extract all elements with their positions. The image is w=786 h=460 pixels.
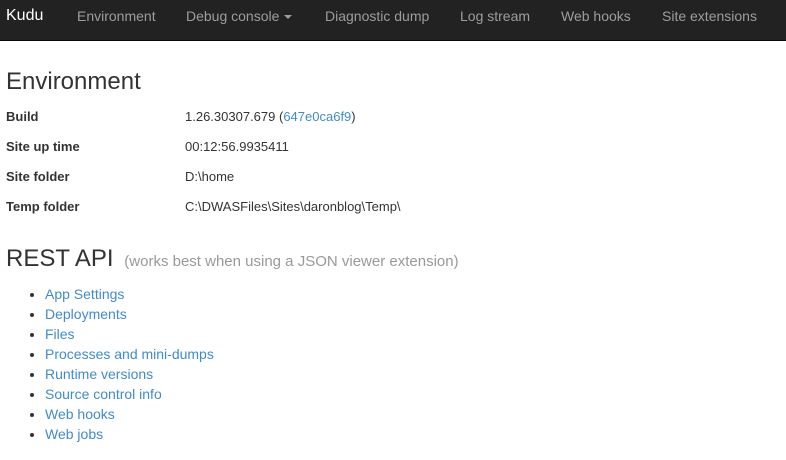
list-item: App Settings: [45, 284, 214, 304]
link-app-settings[interactable]: App Settings: [45, 286, 124, 302]
link-files[interactable]: Files: [45, 326, 75, 342]
list-item: Web jobs: [45, 424, 214, 444]
brand-link[interactable]: Kudu: [6, 6, 43, 26]
link-web-hooks[interactable]: Web hooks: [45, 406, 115, 422]
nav-debug-console[interactable]: Debug console: [186, 6, 293, 26]
nav-site-extensions[interactable]: Site extensions: [662, 6, 757, 26]
site-folder-label: Site folder: [6, 169, 70, 184]
caret-down-icon: [284, 15, 293, 20]
link-deployments[interactable]: Deployments: [45, 306, 127, 322]
nav-diagnostic-dump[interactable]: Diagnostic dump: [325, 6, 429, 26]
nav-environment[interactable]: Environment: [77, 6, 156, 26]
rest-api-subtitle: (works best when using a JSON viewer ext…: [124, 253, 459, 270]
temp-folder-value: C:\DWASFiles\Sites\daronblog\Temp\: [185, 199, 401, 214]
build-version: 1.26.30307.679: [185, 109, 276, 124]
nav-web-hooks[interactable]: Web hooks: [561, 6, 631, 26]
link-source-control-info[interactable]: Source control info: [45, 386, 162, 402]
nav-debug-console-label: Debug console: [186, 8, 280, 24]
nav-log-stream[interactable]: Log stream: [460, 6, 530, 26]
environment-heading: Environment: [6, 68, 141, 95]
build-value: 1.26.30307.679 (647e0ca6f9): [185, 109, 356, 124]
build-commit-link[interactable]: 647e0ca6f9: [283, 109, 351, 124]
link-runtime-versions[interactable]: Runtime versions: [45, 366, 153, 382]
list-item: Deployments: [45, 304, 214, 324]
top-navbar: Kudu Environment Debug console Diagnosti…: [0, 0, 786, 41]
list-item: Runtime versions: [45, 364, 214, 384]
list-item: Web hooks: [45, 404, 214, 424]
api-link-list: App Settings Deployments Files Processes…: [26, 284, 214, 444]
rest-api-title: REST API: [6, 245, 114, 272]
site-folder-value: D:\home: [185, 169, 235, 184]
link-web-jobs[interactable]: Web jobs: [45, 426, 103, 442]
list-item: Processes and mini-dumps: [45, 344, 214, 364]
build-label: Build: [6, 109, 39, 124]
uptime-label: Site up time: [6, 139, 80, 154]
list-item: Source control info: [45, 384, 214, 404]
list-item: Files: [45, 324, 214, 344]
uptime-value: 00:12:56.9935411: [185, 139, 289, 154]
link-processes[interactable]: Processes and mini-dumps: [45, 346, 214, 362]
temp-folder-label: Temp folder: [6, 199, 80, 214]
rest-api-heading: REST API (works best when using a JSON v…: [6, 245, 459, 276]
